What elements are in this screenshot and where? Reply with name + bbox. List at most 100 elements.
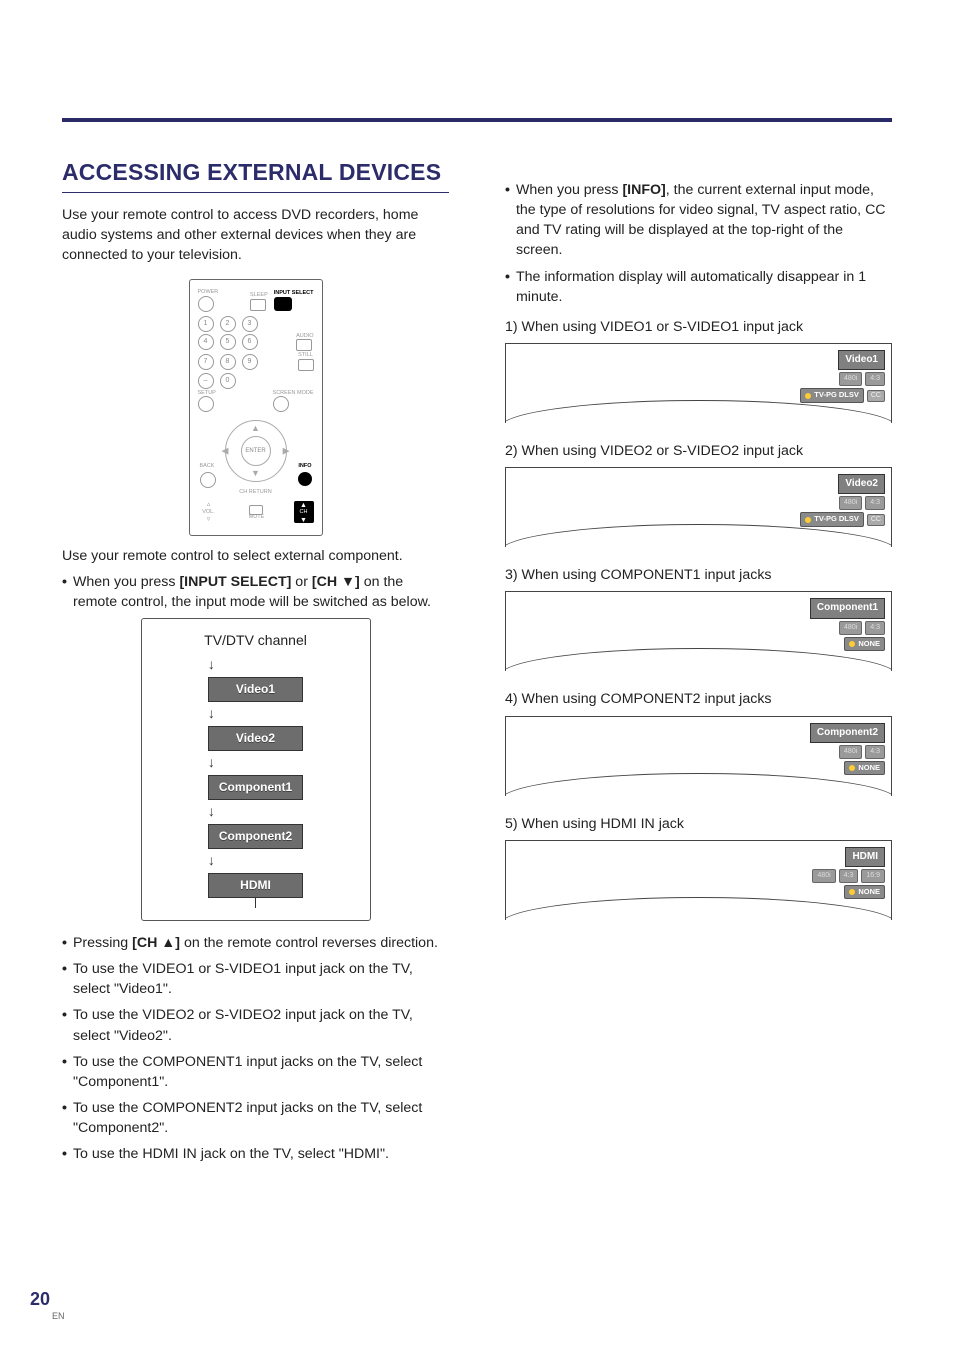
dpad-cluster: ENTER ▲ ▼ ◀ ▶ BACK INFO: [198, 416, 314, 486]
label-ch: CH: [300, 509, 308, 517]
page-content: ACCESSING EXTERNAL DEVICES Use your remo…: [62, 110, 892, 1170]
ch-rocker-icon: ▲ CH ▼: [294, 501, 314, 523]
setup-button-icon: [198, 396, 214, 412]
osd-chip-row: 480i4:3: [839, 745, 885, 759]
osd-rating-chip: NONE: [844, 637, 885, 652]
osd-title: Video2: [838, 474, 885, 494]
osd-cc-chip: CC: [867, 514, 885, 526]
osd-rating-row: TV-PG DLSVCC: [800, 512, 885, 527]
osd-rating-chip: NONE: [844, 761, 885, 776]
osd-chip: 480i: [812, 869, 835, 883]
rating-dot-icon: [849, 889, 855, 895]
text: When you press: [73, 574, 179, 590]
flow-arrow-icon: ↓: [208, 704, 303, 724]
osd-rating-row: NONE: [844, 761, 885, 776]
numpad-key: –: [198, 373, 214, 389]
vol-rocker-icon: ▵ VOL. ▿: [198, 500, 220, 525]
left-column: ACCESSING EXTERNAL DEVICES Use your remo…: [62, 156, 449, 1170]
text: or: [291, 574, 312, 590]
label-power: POWER: [198, 290, 219, 296]
flow-item: Video1: [208, 677, 303, 702]
input-select-button-icon: [274, 297, 292, 311]
dpad-up-icon: ▲: [251, 422, 260, 435]
osd-chip: 480i: [839, 621, 862, 635]
numpad-key: 3: [242, 316, 258, 332]
rating-dot-icon: [849, 765, 855, 771]
rating-dot-icon: [805, 517, 811, 523]
osd-rating-row: NONE: [844, 885, 885, 900]
osd-chip: 480i: [839, 372, 862, 386]
after-remote-text: Use your remote control to select extern…: [62, 546, 449, 566]
osd-chip-row: 480i4:3: [839, 372, 885, 386]
info-item: 1) When using VIDEO1 or S-VIDEO1 input j…: [505, 317, 892, 423]
osd-chip-row: 480i4:316:9: [812, 869, 885, 883]
enter-button-icon: ENTER: [241, 436, 271, 466]
list-item: To use the COMPONENT2 input jacks on the…: [62, 1098, 449, 1138]
list-item: To use the VIDEO1 or S-VIDEO1 input jack…: [62, 959, 449, 999]
info-heading: 2) When using VIDEO2 or S-VIDEO2 input j…: [505, 441, 892, 461]
osd-rating-chip: TV-PG DLSV: [800, 388, 864, 403]
info-heading: 1) When using VIDEO1 or S-VIDEO1 input j…: [505, 317, 892, 337]
list-item: Pressing [CH ▲] on the remote control re…: [62, 933, 449, 953]
still-button-icon: [298, 359, 314, 371]
osd-overlay: Component2480i4:3NONE: [810, 723, 885, 776]
info-screen: Video1 480i4:3 TV-PG DLSVCC: [505, 343, 892, 423]
numpad-key: 4: [198, 334, 214, 350]
list-item: The information display will automatical…: [505, 267, 892, 307]
flow-item: HDMI: [208, 873, 303, 898]
info-screen: Component2480i4:3NONE: [505, 716, 892, 796]
osd-rating-row: NONE: [844, 637, 885, 652]
numpad-key: 8: [220, 354, 236, 370]
back-button-icon: [200, 472, 216, 488]
numpad-key: 1: [198, 316, 214, 332]
flow-arrow-icon: ↓: [208, 753, 303, 773]
osd-overlay: Component1480i4:3NONE: [810, 598, 885, 651]
sleep-button-icon: [250, 299, 266, 311]
numpad-key: 9: [242, 354, 258, 370]
rating-dot-icon: [805, 393, 811, 399]
flow-arrow-icon: ↓: [208, 802, 303, 822]
info-item: 2) When using VIDEO2 or S-VIDEO2 input j…: [505, 441, 892, 547]
label-audio: AUDIO: [296, 334, 313, 340]
label-screen-mode: SCREEN MODE: [273, 391, 314, 397]
label-mute: MUTE: [249, 515, 265, 521]
info-item: 3) When using COMPONENT1 input jacksComp…: [505, 565, 892, 671]
numpad-key: 2: [220, 316, 236, 332]
flow-top-label: TV/DTV channel: [204, 631, 307, 651]
osd-rating-row: TV-PG DLSVCC: [800, 388, 885, 403]
bold-ch-down: [CH ▼]: [312, 574, 360, 590]
osd-overlay: Video1 480i4:3 TV-PG DLSVCC: [800, 350, 885, 403]
numpad: 123456AUDIO789STILL–0: [198, 316, 314, 389]
info-items: 1) When using VIDEO1 or S-VIDEO1 input j…: [505, 317, 892, 920]
label-ch-return: CH RETURN: [198, 490, 314, 496]
osd-chip: 4:3: [865, 745, 885, 759]
label-info: INFO: [298, 464, 311, 470]
info-screen: Video2480i4:3TV-PG DLSVCC: [505, 467, 892, 547]
section-title: ACCESSING EXTERNAL DEVICES: [62, 156, 449, 193]
audio-button-icon: [296, 339, 312, 351]
info-item: 5) When using HDMI IN jackHDMI480i4:316:…: [505, 814, 892, 920]
label-sleep: SLEEP: [250, 293, 268, 299]
osd-title: Video1: [838, 350, 885, 370]
osd-overlay: HDMI480i4:316:9NONE: [812, 847, 885, 900]
osd-overlay: Video2480i4:3TV-PG DLSVCC: [800, 474, 885, 527]
dpad-left-icon: ◀: [222, 445, 229, 458]
label-input-select: INPUT SELECT: [274, 291, 314, 297]
right-column: When you press [INFO], the current exter…: [505, 156, 892, 1170]
numpad-key: 5: [220, 334, 236, 350]
osd-chip: 4:3: [865, 496, 885, 510]
flow-arrow-icon: ↓: [208, 655, 303, 675]
osd-chip: 4:3: [839, 869, 859, 883]
info-heading: 3) When using COMPONENT1 input jacks: [505, 565, 892, 585]
osd-cc-chip: CC: [867, 390, 885, 402]
osd-chip-row: 480i4:3: [839, 621, 885, 635]
remote-diagram: POWER SLEEP INPUT SELECT: [189, 279, 323, 536]
list-item: To use the HDMI IN jack on the TV, selec…: [62, 1144, 449, 1164]
osd-chip: 4:3: [865, 621, 885, 635]
list-item: When you press [INFO], the current exter…: [505, 180, 892, 261]
page-number: 20: [30, 1289, 50, 1310]
label-still: STILL: [298, 353, 314, 359]
osd-rating-chip: TV-PG DLSV: [800, 512, 864, 527]
dpad-right-icon: ▶: [283, 445, 290, 458]
numpad-key: 6: [242, 334, 258, 350]
